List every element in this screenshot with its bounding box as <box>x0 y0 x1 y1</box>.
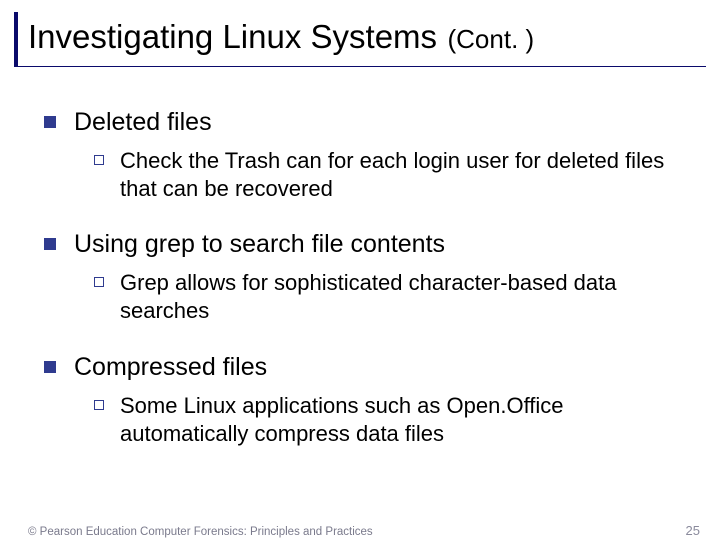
section-heading: Deleted files <box>74 107 212 137</box>
section-deleted-files: Deleted files Check the Trash can for ea… <box>44 107 686 203</box>
sub-bullet-row: Some Linux applications such as Open.Off… <box>94 392 686 448</box>
sub-bullet-row: Grep allows for sophisticated character-… <box>94 269 686 325</box>
slide-content: Deleted files Check the Trash can for ea… <box>0 67 720 448</box>
slide-title: Investigating Linux Systems <box>28 18 437 55</box>
sub-bullet-text: Grep allows for sophisticated character-… <box>120 269 680 325</box>
hollow-square-icon <box>94 277 104 287</box>
page-number: 25 <box>686 523 700 538</box>
square-bullet-icon <box>44 238 56 250</box>
sub-bullet-row: Check the Trash can for each login user … <box>94 147 686 203</box>
hollow-square-icon <box>94 400 104 410</box>
square-bullet-icon <box>44 116 56 128</box>
bullet-row: Deleted files <box>44 107 686 137</box>
square-bullet-icon <box>44 361 56 373</box>
slide-title-cont: (Cont. ) <box>448 24 535 54</box>
section-grep: Using grep to search file contents Grep … <box>44 229 686 325</box>
section-compressed: Compressed files Some Linux applications… <box>44 352 686 448</box>
slide-title-bar: Investigating Linux Systems (Cont. ) <box>14 12 706 67</box>
bullet-row: Compressed files <box>44 352 686 382</box>
bullet-row: Using grep to search file contents <box>44 229 686 259</box>
section-heading: Compressed files <box>74 352 267 382</box>
sub-bullet-text: Some Linux applications such as Open.Off… <box>120 392 680 448</box>
section-heading: Using grep to search file contents <box>74 229 445 259</box>
slide-footer: © Pearson Education Computer Forensics: … <box>28 523 700 538</box>
sub-bullet-text: Check the Trash can for each login user … <box>120 147 680 203</box>
copyright-text: © Pearson Education Computer Forensics: … <box>28 526 373 538</box>
hollow-square-icon <box>94 155 104 165</box>
